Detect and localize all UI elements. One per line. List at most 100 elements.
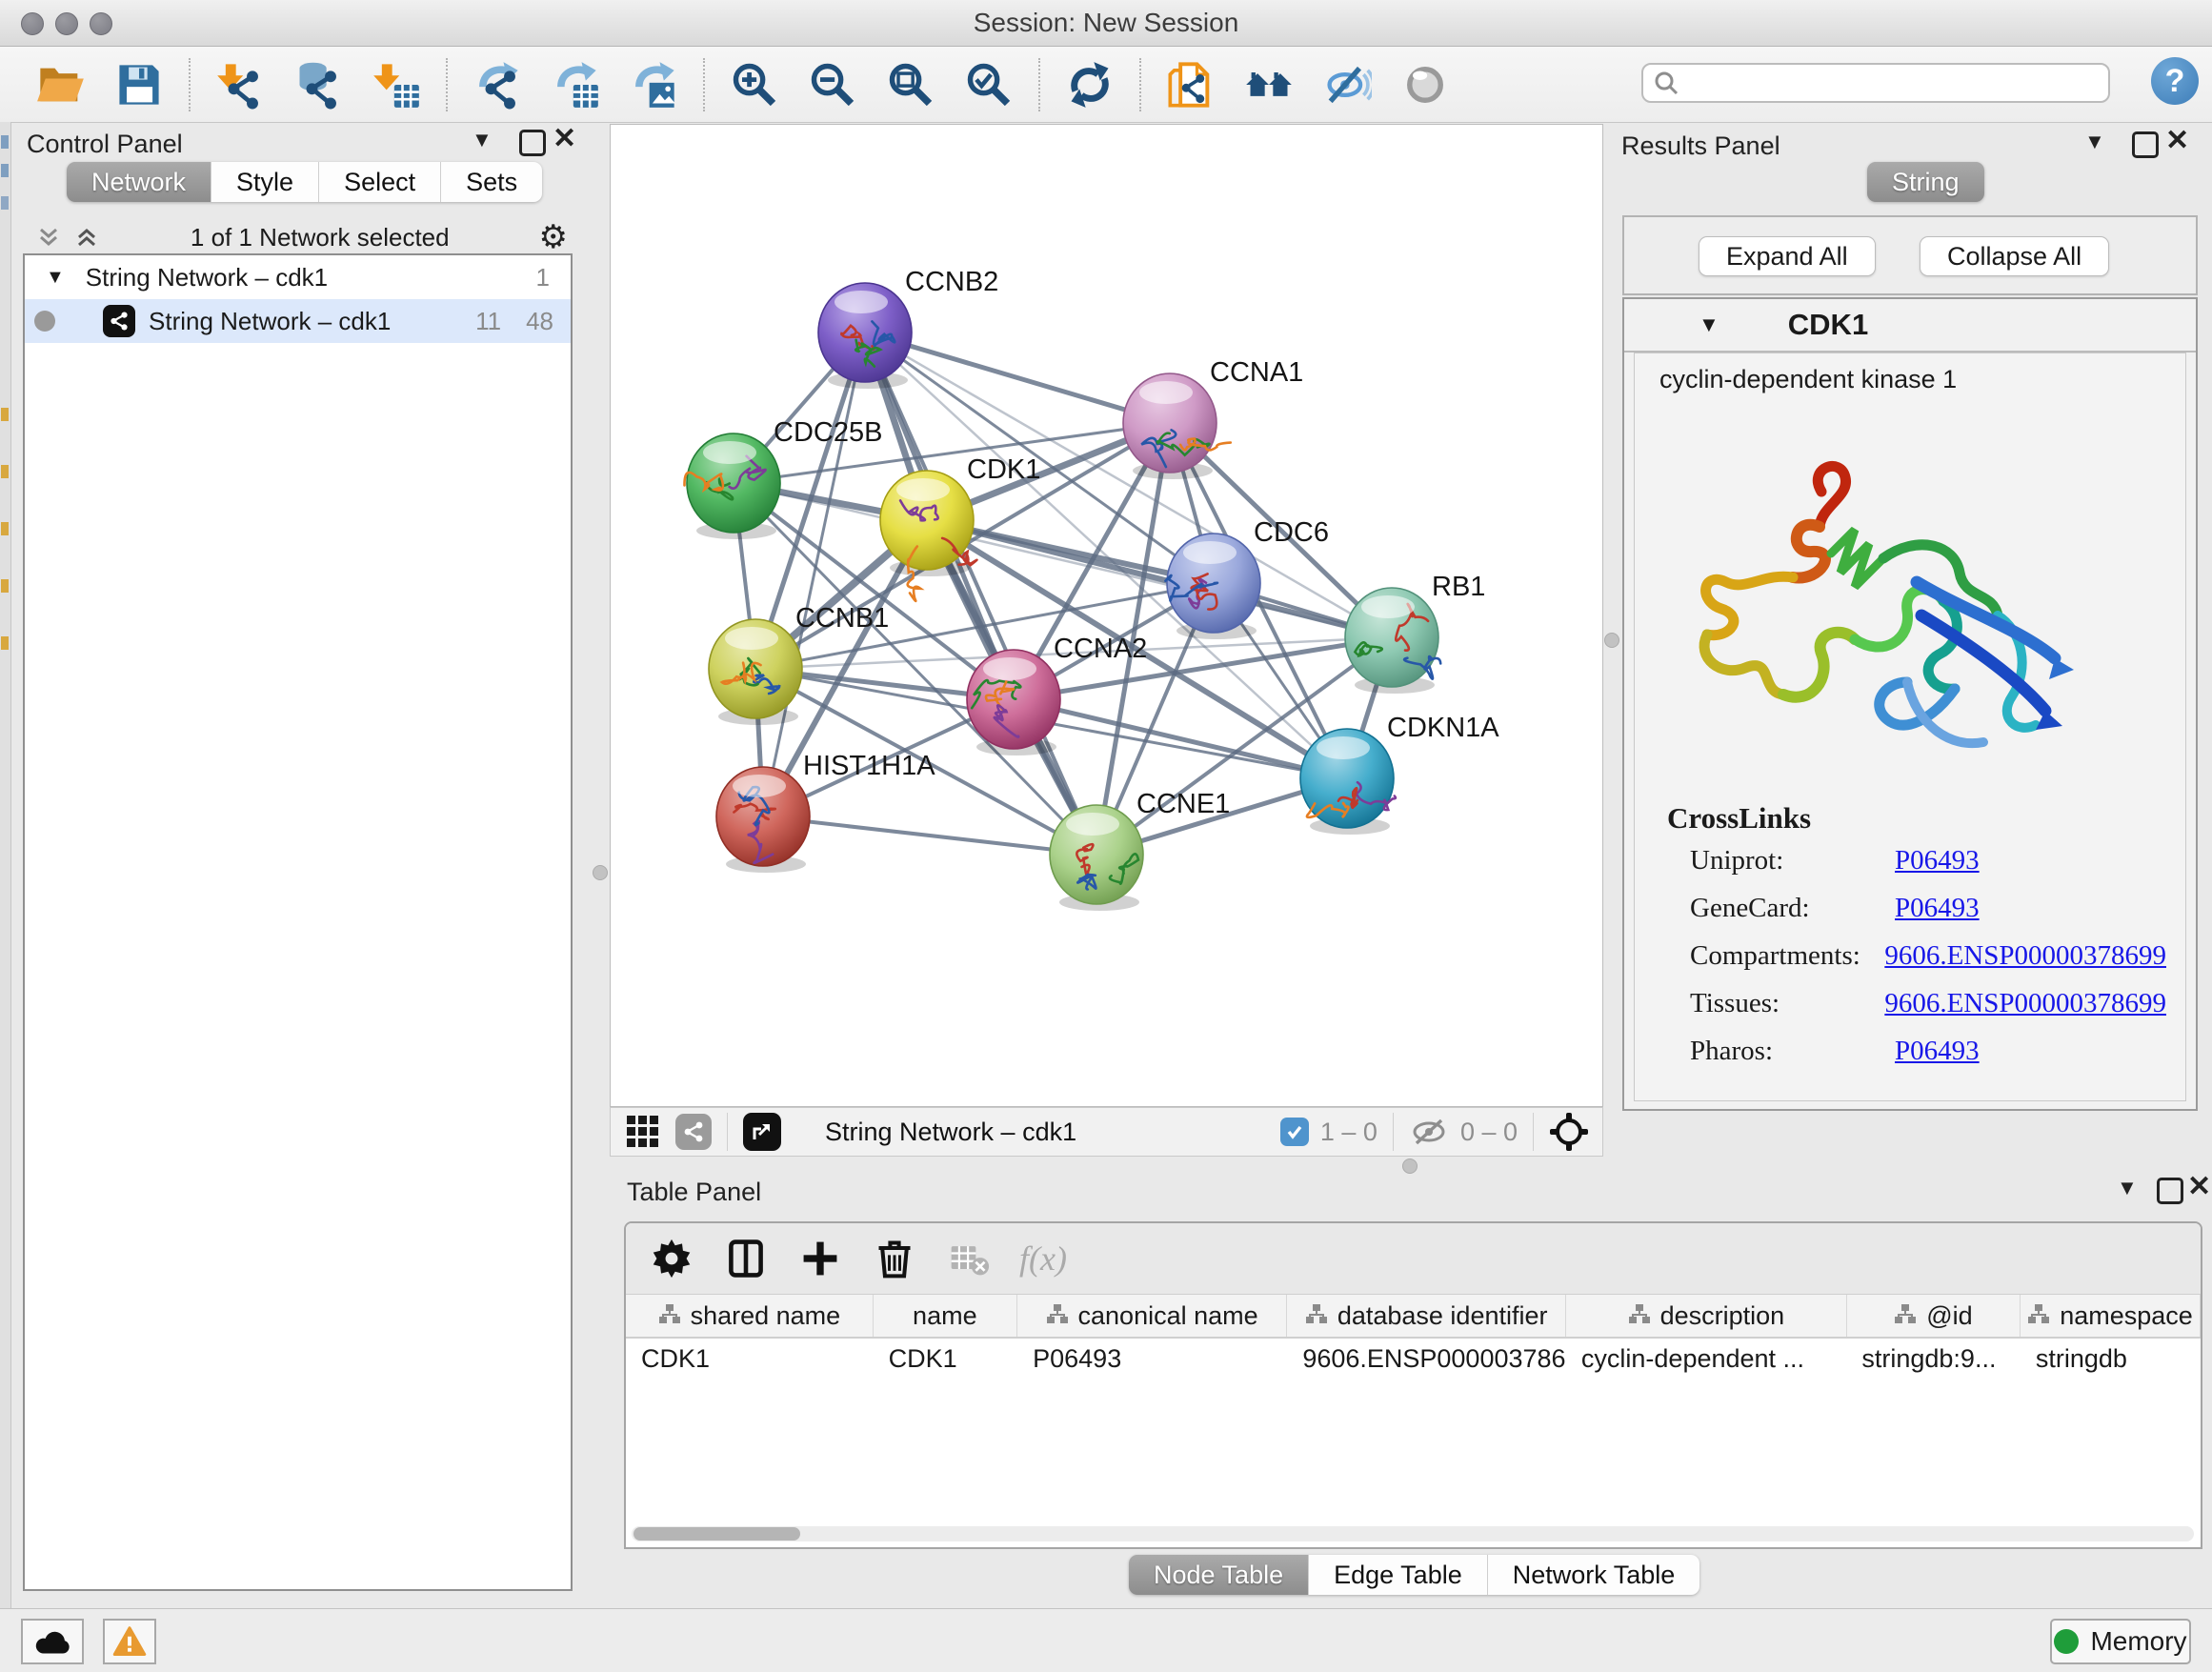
tab-network-table[interactable]: Network Table <box>1487 1555 1700 1595</box>
column-header-description[interactable]: description <box>1566 1295 1847 1337</box>
warning-button[interactable] <box>103 1619 156 1664</box>
table-cell[interactable]: cyclin-dependent ... <box>1566 1339 1846 1379</box>
collapse-all-button[interactable]: Collapse All <box>1920 236 2109 276</box>
delete-table-icon[interactable] <box>948 1238 990 1279</box>
network-list-statusrow: 1 of 1 Network selected ⚙ <box>34 221 568 253</box>
zoom-fit-icon[interactable] <box>884 58 937 111</box>
toolbar-group <box>213 58 423 111</box>
table-cell[interactable]: P06493 <box>1017 1339 1287 1379</box>
crosslink-value-link[interactable]: 9606.ENSP00000378699 <box>1884 988 2166 1019</box>
column-header-canonical-name[interactable]: canonical name <box>1017 1295 1287 1337</box>
memory-button[interactable]: Memory <box>2050 1619 2191 1664</box>
detach-view-icon[interactable] <box>743 1113 781 1151</box>
hidden-eye-icon[interactable] <box>1409 1118 1449 1146</box>
table-cell[interactable]: CDK1 <box>626 1339 874 1379</box>
results-panel-menu-caret[interactable]: ▼ <box>2084 130 2105 154</box>
node-header-row[interactable]: ▼ CDK1 <box>1624 299 2196 353</box>
zoom-out-icon[interactable] <box>806 58 859 111</box>
column-header-namespace[interactable]: namespace <box>2021 1295 2201 1337</box>
refresh-view-icon[interactable] <box>1063 58 1116 111</box>
network-node-CCNB2[interactable]: CCNB2 <box>818 267 998 389</box>
network-graph[interactable]: CCNB2CCNA1CDC25BCDK1CDC6RB1CCNB1CCNA2CDK… <box>611 125 1602 1106</box>
tab-style[interactable]: Style <box>211 162 318 202</box>
collection-caret-icon[interactable]: ▼ <box>46 267 65 289</box>
horizontal-scrollbar[interactable] <box>632 1526 2194 1541</box>
splitter-handle[interactable] <box>1604 633 1619 648</box>
tab-node-table[interactable]: Node Table <box>1129 1555 1308 1595</box>
export-table-icon[interactable] <box>549 58 602 111</box>
crosslink-value-link[interactable]: P06493 <box>1895 845 1980 876</box>
expand-all-icon[interactable] <box>72 224 101 251</box>
tab-select[interactable]: Select <box>318 162 440 202</box>
export-network-icon[interactable] <box>471 58 524 111</box>
home-icon[interactable] <box>1242 58 1296 111</box>
table-panel-menu-caret[interactable]: ▼ <box>2117 1176 2138 1200</box>
crosshair-icon[interactable] <box>1549 1112 1589 1152</box>
show-graphics-details-icon[interactable] <box>1398 58 1452 111</box>
hide-graphics-details-icon[interactable] <box>1320 58 1374 111</box>
control-panel-close-icon[interactable]: ✕ <box>553 129 576 150</box>
table-cell[interactable]: CDK1 <box>874 1339 1017 1379</box>
network-node-HIST1H1A[interactable]: HIST1H1A <box>716 751 935 873</box>
column-header-database-identifier[interactable]: database identifier <box>1287 1295 1566 1337</box>
network-view-canvas[interactable]: CCNB2CCNA1CDC25BCDK1CDC6RB1CCNB1CCNA2CDK… <box>610 124 1603 1107</box>
results-panel-float-icon[interactable] <box>2132 131 2159 158</box>
results-panel-close-icon[interactable]: ✕ <box>2165 131 2189 151</box>
import-network-icon[interactable] <box>213 58 267 111</box>
crosslink-value-link[interactable]: 9606.ENSP00000378699 <box>1884 940 2166 972</box>
table-cell[interactable]: 9606.ENSP00000378699 <box>1287 1339 1566 1379</box>
selected-checkbox-icon[interactable] <box>1280 1118 1309 1146</box>
birdseye-grid-icon[interactable] <box>626 1115 660 1149</box>
network-edge-HIST1H1A-CCNE1[interactable] <box>763 816 1096 855</box>
node-collapse-caret-icon[interactable]: ▼ <box>1699 312 1719 337</box>
network-edge-CCNA2-CDKN1A[interactable] <box>1014 699 1347 778</box>
cloud-button[interactable] <box>21 1619 84 1664</box>
table-settings-icon[interactable] <box>651 1238 693 1279</box>
column-header-@id[interactable]: @id <box>1847 1295 2021 1337</box>
collapse-all-icon[interactable] <box>34 224 63 251</box>
column-header-name[interactable]: name <box>874 1295 1017 1337</box>
scrollbar-thumb[interactable] <box>633 1527 800 1541</box>
save-session-icon[interactable] <box>112 58 166 111</box>
table-cell[interactable]: stringdb <box>2021 1339 2201 1379</box>
string-node-panel: ▼ CDK1 cyclin-dependent kinase 1 <box>1622 297 2198 1111</box>
table-cell[interactable]: stringdb:9... <box>1846 1339 2021 1379</box>
network-collection-row[interactable]: ▼ String Network – cdk1 1 <box>25 255 571 299</box>
network-node-CCNA1[interactable]: CCNA1 <box>1123 357 1303 479</box>
table-row[interactable]: CDK1CDK1P064939606.ENSP00000378699cyclin… <box>626 1339 2201 1379</box>
function-builder-icon[interactable]: f(x) <box>1022 1238 1064 1279</box>
network-overview-share-icon[interactable] <box>675 1114 712 1150</box>
import-table-icon[interactable] <box>370 58 423 111</box>
string-import-icon[interactable] <box>1164 58 1217 111</box>
table-panel-close-icon[interactable]: ✕ <box>2187 1177 2211 1198</box>
gear-icon[interactable]: ⚙ <box>539 218 568 256</box>
delete-column-icon[interactable] <box>874 1238 915 1279</box>
network-node-RB1[interactable]: RB1 <box>1345 572 1485 694</box>
search-input[interactable] <box>1689 66 2108 100</box>
network-node-CDC6[interactable]: CDC6 <box>1165 517 1329 639</box>
zoom-in-icon[interactable] <box>728 58 781 111</box>
zoom-selected-icon[interactable] <box>962 58 1016 111</box>
splitter-handle[interactable] <box>1402 1158 1418 1174</box>
import-database-icon[interactable] <box>292 58 345 111</box>
export-image-icon[interactable] <box>627 58 680 111</box>
manage-columns-icon[interactable] <box>725 1238 767 1279</box>
crosslink-value-link[interactable]: P06493 <box>1895 893 1980 924</box>
help-button[interactable]: ? <box>2151 57 2199 105</box>
tab-edge-table[interactable]: Edge Table <box>1308 1555 1487 1595</box>
splitter-handle[interactable] <box>593 865 608 880</box>
add-column-icon[interactable] <box>799 1238 841 1279</box>
tab-network[interactable]: Network <box>67 162 211 202</box>
crosslink-value-link[interactable]: P06493 <box>1895 1036 1980 1067</box>
network-row[interactable]: String Network – cdk1 11 48 <box>25 299 571 343</box>
search-box[interactable] <box>1641 63 2110 103</box>
tab-string[interactable]: String <box>1867 162 1984 202</box>
open-session-icon[interactable] <box>34 58 88 111</box>
expand-all-button[interactable]: Expand All <box>1699 236 1876 276</box>
column-header-shared-name[interactable]: shared name <box>626 1295 874 1337</box>
tab-sets[interactable]: Sets <box>440 162 542 202</box>
table-panel-float-icon[interactable] <box>2157 1178 2183 1204</box>
network-node-CDKN1A[interactable]: CDKN1A <box>1300 713 1499 835</box>
control-panel-menu-caret[interactable]: ▼ <box>472 128 493 152</box>
control-panel-float-icon[interactable] <box>519 130 546 156</box>
